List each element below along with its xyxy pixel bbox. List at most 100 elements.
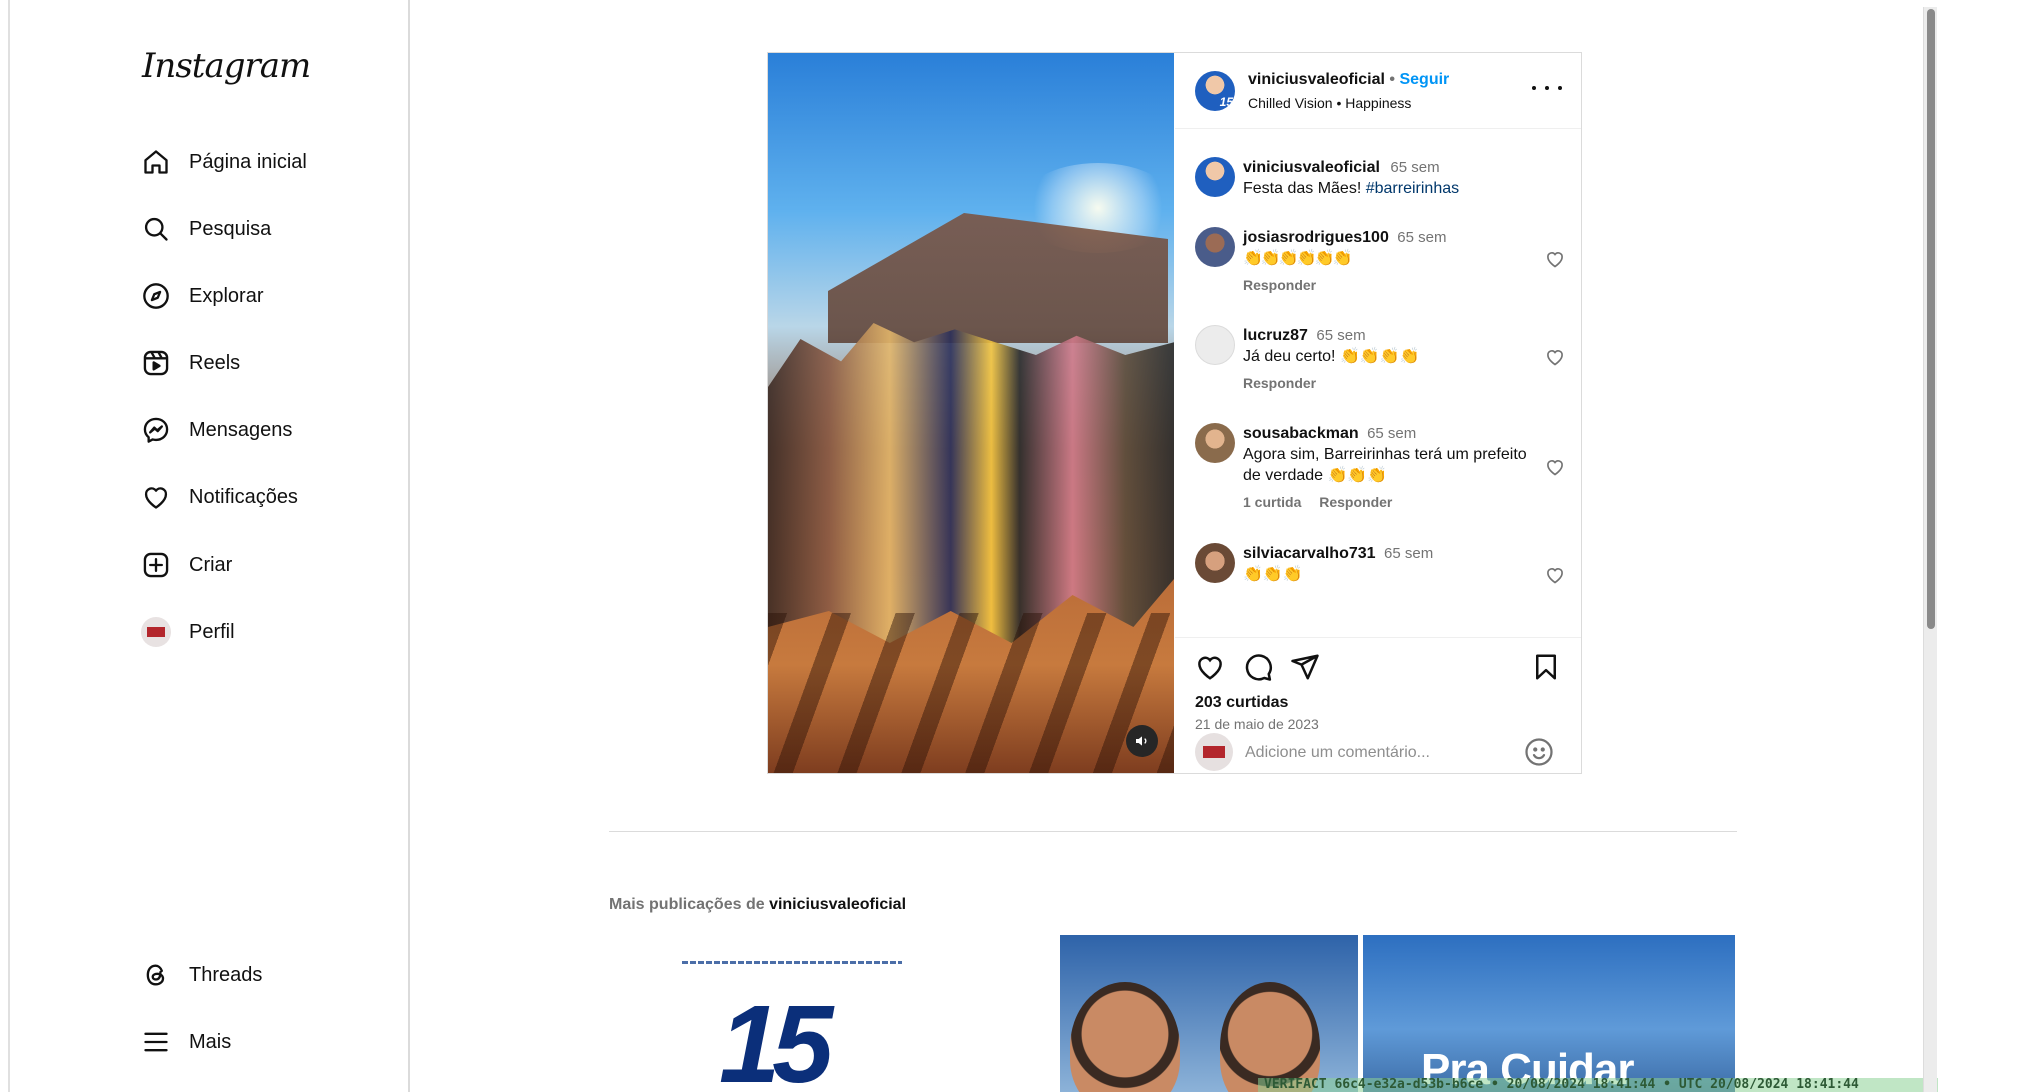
like-comment-heart-icon[interactable] [1545,347,1565,367]
commenter-avatar[interactable] [1195,325,1235,365]
sidebar: Instagram Página inicial Pesquisa Explor… [10,0,410,1092]
comment-text: Agora sim, Barreirinhas terá um prefeito… [1243,446,1527,484]
more-posts-prefix: Mais publicações de [609,896,765,913]
sound-toggle-button[interactable] [1126,725,1158,757]
sidebar-item-notifications[interactable]: Notificações [140,475,298,519]
comments-list[interactable]: viniciusvaleoficial 65 sem Festa das Mãe… [1175,129,1581,637]
sidebar-item-create[interactable]: Criar [140,543,232,587]
commenter-avatar[interactable] [1195,227,1235,267]
avatar [140,616,172,648]
sidebar-item-label: Pesquisa [189,217,272,240]
sidebar-item-label: Mensagens [189,418,293,441]
comment-text: 👏👏👏 [1243,566,1303,583]
emoji-picker-icon[interactable] [1524,737,1554,767]
compass-icon [140,280,172,312]
comment-time[interactable]: 65 sem [1390,159,1439,176]
like-comment-heart-icon[interactable] [1545,249,1565,269]
sidebar-item-label: Mais [189,1030,232,1053]
audio-track-link[interactable]: Chilled Vision • Happiness [1248,95,1411,111]
comment-username[interactable]: josiasrodrigues100 [1243,229,1389,246]
like-comment-heart-icon[interactable] [1545,565,1565,585]
reels-icon [140,347,172,379]
heart-icon [140,481,172,513]
post-header: 15 viniciusvaleoficial • Seguir Chilled … [1175,53,1581,129]
comment-username[interactable]: sousabackman [1243,425,1359,442]
thumbnail-number: 15 [719,983,833,1092]
like-heart-icon[interactable] [1195,652,1225,682]
video-shadows [768,613,1174,773]
comment-time[interactable]: 65 sem [1384,545,1433,562]
follow-button[interactable]: Seguir [1399,71,1449,88]
hashtag-link[interactable]: #barreirinhas [1366,180,1459,197]
comment-time[interactable]: 65 sem [1316,327,1365,344]
author-avatar[interactable] [1195,157,1235,197]
verifact-watermark: VERIFACT 66c4-e32a-d53b-b6ce • 20/08/202… [1258,1078,1938,1092]
post-card: 15 viniciusvaleoficial • Seguir Chilled … [767,52,1582,774]
scrollbar-thumb[interactable] [1927,9,1935,629]
candidate-photo-left [1070,982,1180,1092]
speaker-icon [1136,736,1147,746]
page-scrollbar[interactable] [1923,7,1937,1092]
comment-username[interactable]: lucruz87 [1243,327,1308,344]
sidebar-item-threads[interactable]: Threads [140,953,262,997]
comment-username[interactable]: silviacarvalho731 [1243,545,1376,562]
plus-square-icon [140,549,172,581]
sidebar-item-label: Perfil [189,620,235,643]
likes-count[interactable]: 203 curtidas [1195,694,1288,712]
reply-button[interactable]: Responder [1243,277,1316,293]
sidebar-item-home[interactable]: Página inicial [140,140,307,184]
more-post-thumbnail-2[interactable] [1060,935,1358,1092]
reply-button[interactable]: Responder [1319,494,1392,510]
comment-box [1175,733,1581,773]
threads-icon [140,959,172,991]
sidebar-item-profile[interactable]: Perfil [140,610,235,654]
candidate-photo-right [1220,982,1320,1092]
comment-icon[interactable] [1243,652,1273,682]
reply-button[interactable]: Responder [1243,375,1316,391]
current-user-avatar [1195,733,1233,771]
more-post-thumbnail-3[interactable]: Pra Cuidar [1363,935,1735,1092]
avatar-badge-number: 15 [1219,95,1233,109]
more-posts-account-link[interactable]: viniciusvaleoficial [769,896,906,913]
comment-likes-count[interactable]: 1 curtida [1243,494,1301,510]
more-post-thumbnail-1[interactable]: 15 [609,935,979,1092]
sidebar-item-label: Reels [189,351,241,374]
more-posts-heading: Mais publicações de viniciusvaleoficial [609,896,906,914]
home-icon [140,146,172,178]
video-crowd [768,323,1174,643]
video-house [828,213,1168,343]
sidebar-item-search[interactable]: Pesquisa [140,207,271,251]
instagram-logo[interactable]: Instagram [142,46,311,86]
post-side-panel: 15 viniciusvaleoficial • Seguir Chilled … [1175,53,1581,773]
comment-time[interactable]: 65 sem [1397,229,1446,246]
menu-icon [140,1026,172,1058]
comment-text: Já deu certo! 👏👏👏👏 [1243,348,1420,365]
comment-text: 👏👏👏👏👏👏 [1243,250,1353,267]
post-date[interactable]: 21 de maio de 2023 [1195,716,1319,732]
sidebar-item-label: Notificações [189,485,298,508]
comment-time[interactable]: 65 sem [1367,425,1416,442]
sidebar-item-more[interactable]: Mais [140,1020,231,1064]
like-comment-heart-icon[interactable] [1545,457,1565,477]
separator-dot: • [1389,71,1396,88]
commenter-avatar[interactable] [1195,423,1235,463]
sidebar-item-label: Página inicial [189,150,307,173]
search-icon [140,213,172,245]
sidebar-item-reels[interactable]: Reels [140,341,240,385]
share-icon[interactable] [1290,652,1320,682]
post-author-row: viniciusvaleoficial • Seguir [1248,71,1449,89]
author-avatar[interactable]: 15 [1195,71,1235,111]
caption-text: Festa das Mães! [1243,180,1362,197]
sidebar-item-label: Threads [189,963,263,986]
more-options-button[interactable] [1532,78,1562,98]
bookmark-icon[interactable] [1531,652,1561,682]
commenter-avatar[interactable] [1195,543,1235,583]
sidebar-item-explore[interactable]: Explorar [140,274,263,318]
sidebar-item-messages[interactable]: Mensagens [140,408,292,452]
comment-input[interactable] [1245,741,1505,765]
section-divider [609,831,1737,832]
post-video[interactable] [768,53,1174,773]
comment-username[interactable]: viniciusvaleoficial [1243,159,1380,176]
post-author-name[interactable]: viniciusvaleoficial [1248,71,1385,88]
sidebar-item-label: Explorar [189,284,264,307]
